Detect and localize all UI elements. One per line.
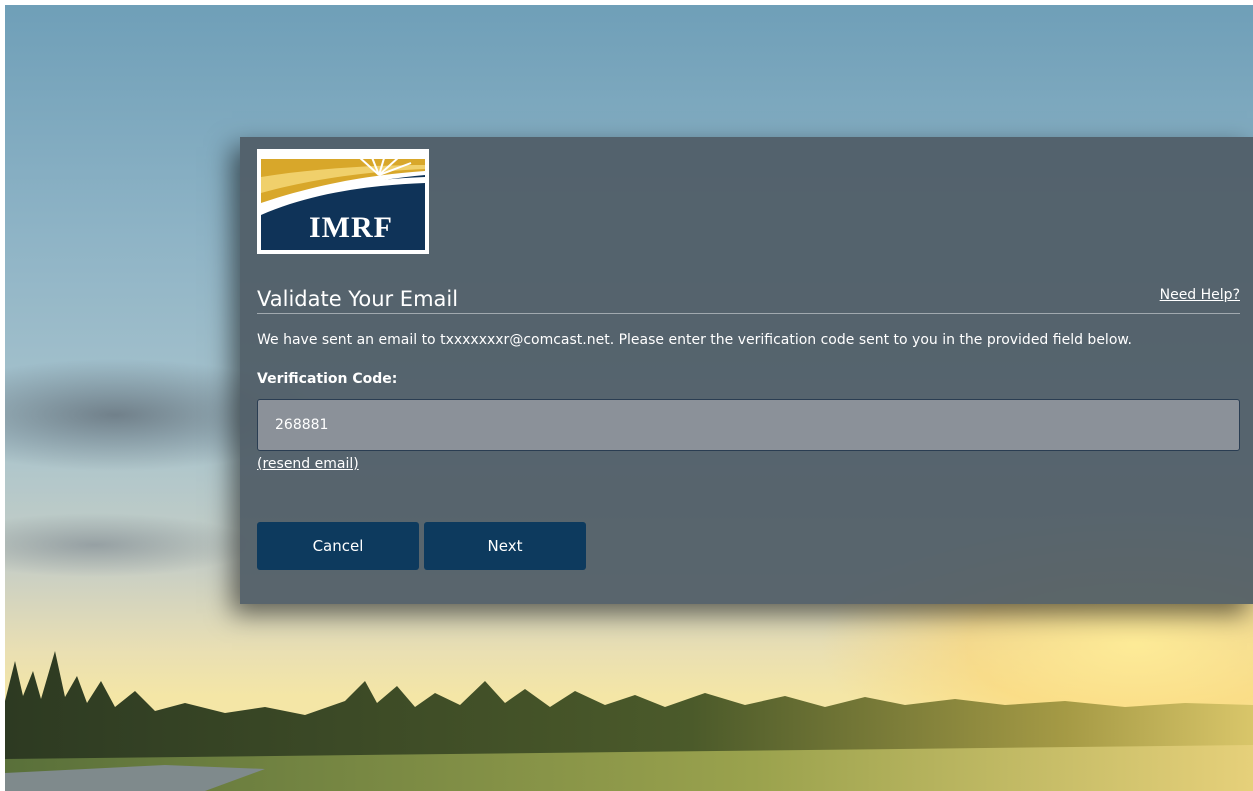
forest-image: [5, 651, 1253, 791]
need-help-link[interactable]: Need Help?: [1160, 287, 1240, 303]
page-title: Validate Your Email: [257, 287, 459, 311]
tree-line: [5, 641, 1253, 791]
heading-row: Validate Your Email Need Help?: [257, 283, 1240, 314]
page-frame: IMRF Validate Your Email Need Help? We h…: [5, 5, 1253, 791]
cancel-button[interactable]: Cancel: [257, 522, 419, 570]
logo-wordmark: IMRF: [309, 211, 393, 244]
resend-email-link[interactable]: (resend email): [257, 456, 359, 472]
next-button[interactable]: Next: [424, 522, 586, 570]
imrf-logo: IMRF: [257, 149, 429, 254]
validate-email-panel: IMRF Validate Your Email Need Help? We h…: [240, 137, 1253, 604]
verification-code-label: Verification Code:: [257, 371, 398, 387]
verification-message: We have sent an email to txxxxxxxr@comca…: [257, 332, 1132, 348]
verification-code-input[interactable]: [257, 399, 1240, 451]
